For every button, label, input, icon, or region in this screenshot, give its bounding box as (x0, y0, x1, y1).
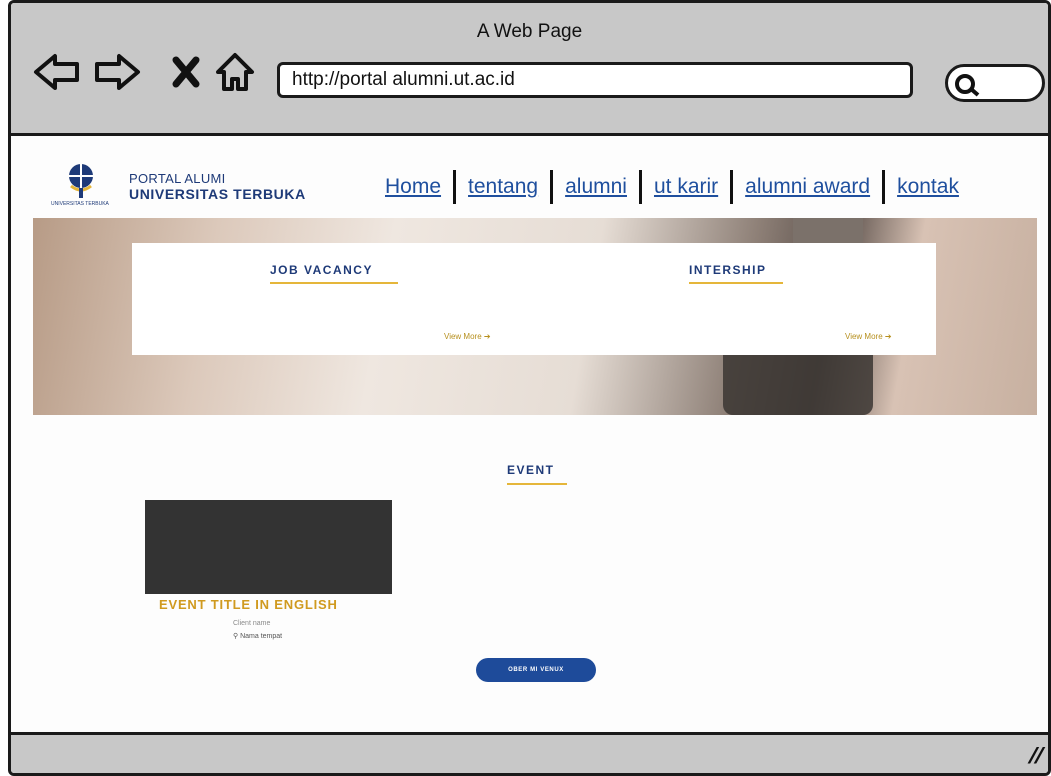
close-x-icon[interactable] (171, 55, 201, 94)
event-heading: EVENT (507, 463, 555, 477)
nav-ut-karir[interactable]: ut karir (654, 175, 718, 199)
browser-window: A Web Page http://portal alumni.ut.ac.id… (8, 0, 1051, 776)
nav-kontak[interactable]: kontak (897, 175, 959, 199)
browser-status-bar: // (11, 732, 1048, 773)
brand-title: UNIVERSITAS TERBUKA (129, 186, 306, 202)
location-pin-icon: ⚲ (233, 633, 239, 640)
event-more-button[interactable]: OBER MI VENUX (476, 658, 596, 682)
web-page-content: UNIVERSITAS TERBUKA PORTAL ALUMI UNIVERS… (11, 136, 1048, 732)
event-date: Client name (233, 620, 271, 627)
nav-tentang[interactable]: tentang (468, 175, 538, 199)
forward-arrow-icon[interactable] (93, 51, 141, 98)
heading-underline (689, 282, 783, 284)
url-bar[interactable]: http://portal alumni.ut.ac.id (277, 62, 913, 98)
search-icon (955, 74, 980, 97)
university-logo-icon: UNIVERSITAS TERBUKA (51, 160, 129, 213)
job-vacancy-view-more-link[interactable]: View More ➔ (444, 332, 491, 341)
resize-grip-icon[interactable]: // (1025, 743, 1046, 769)
nav-alumni-award[interactable]: alumni award (745, 175, 870, 199)
logo-caption: UNIVERSITAS TERBUKA (51, 201, 110, 207)
event-location: ⚲ Nama tempat (233, 632, 282, 640)
window-title: A Web Page (476, 21, 583, 42)
back-arrow-icon[interactable] (33, 51, 81, 98)
nav-divider (550, 170, 554, 204)
heading-underline (270, 282, 398, 284)
nav-divider (882, 170, 886, 204)
nav-divider (638, 170, 642, 204)
home-icon[interactable] (214, 51, 256, 98)
internship-view-more-link[interactable]: View More ➔ (845, 332, 892, 341)
event-location-text: Nama tempat (240, 633, 283, 640)
hero-photo-detail (793, 218, 863, 243)
main-navigation: Home tentang alumni ut karir alumni awar… (385, 170, 959, 204)
career-cards-panel: JOB VACANCY View More ➔ INTERSHIP View M… (132, 243, 936, 355)
search-field[interactable] (945, 64, 1045, 102)
event-image-placeholder[interactable] (145, 500, 392, 594)
internship-heading: INTERSHIP (689, 263, 767, 277)
job-vacancy-heading: JOB VACANCY (270, 263, 373, 277)
browser-toolbar: A Web Page http://portal alumni.ut.ac.id (11, 3, 1048, 136)
nav-alumni[interactable]: alumni (565, 175, 627, 199)
brand-subtitle: PORTAL ALUMI (129, 171, 226, 186)
nav-divider (730, 170, 734, 204)
heading-underline (507, 483, 567, 485)
event-title[interactable]: EVENT TITLE IN ENGLISH (159, 597, 338, 612)
hero-banner: JOB VACANCY View More ➔ INTERSHIP View M… (33, 218, 1037, 415)
nav-divider (453, 170, 457, 204)
nav-home[interactable]: Home (385, 175, 441, 199)
